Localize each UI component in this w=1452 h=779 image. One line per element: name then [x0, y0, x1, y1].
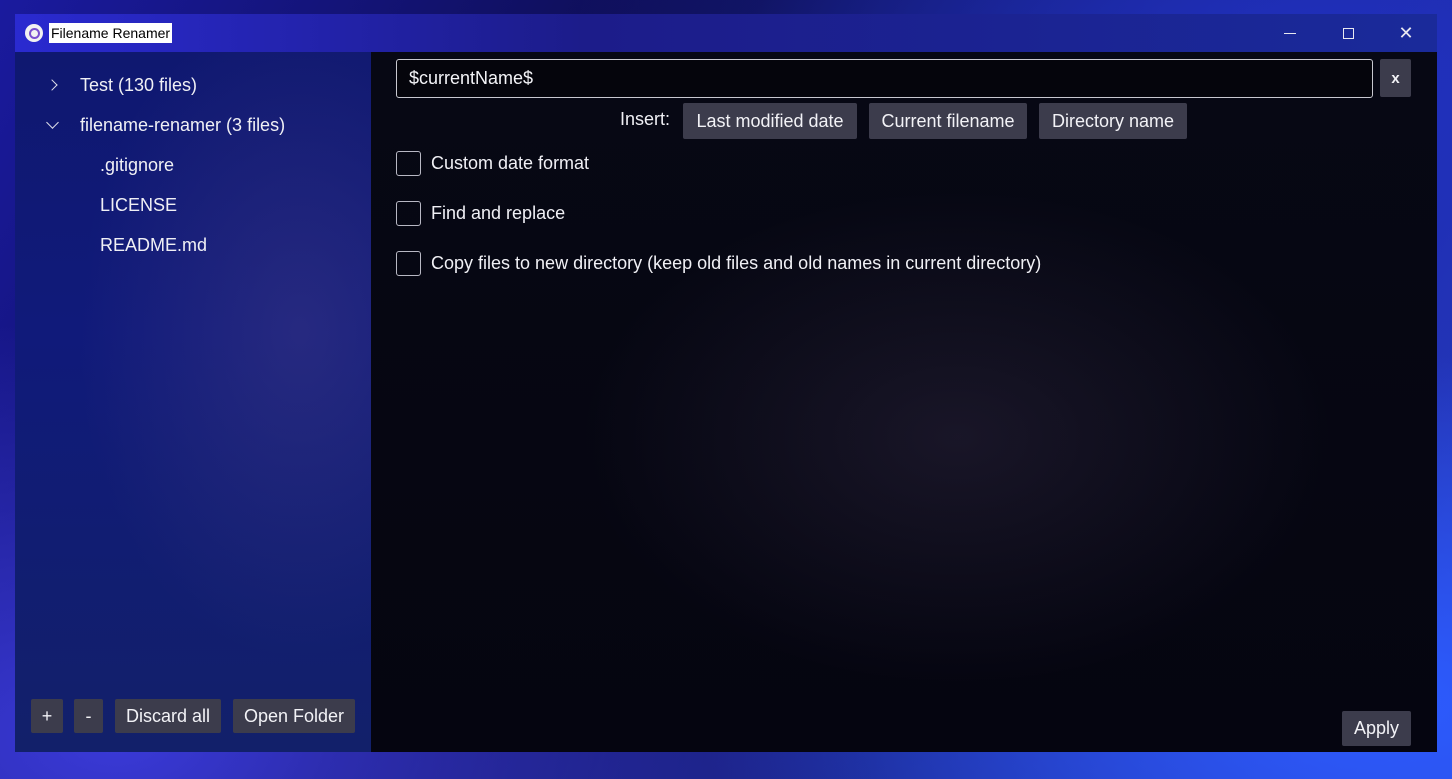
minimize-button[interactable]: [1261, 14, 1319, 52]
option-find-and-replace[interactable]: Find and replace: [396, 200, 565, 226]
close-icon: ✕: [1398, 23, 1414, 43]
remove-folder-button[interactable]: -: [74, 699, 103, 733]
title-bar[interactable]: Filename Renamer ✕: [15, 14, 1437, 52]
tree-file-item[interactable]: LICENSE: [15, 189, 371, 221]
file-tree-sidebar: Test (130 files) filename-renamer (3 fil…: [15, 52, 371, 752]
checkbox[interactable]: [396, 200, 421, 226]
app-logo-icon: [25, 24, 43, 42]
tree-folder-test[interactable]: Test (130 files): [15, 69, 371, 101]
apply-button[interactable]: Apply: [1342, 711, 1411, 746]
clear-pattern-button[interactable]: x: [1380, 59, 1411, 97]
option-label: Custom date format: [431, 152, 590, 173]
rename-options-panel: x Insert: Last modified date Current fil…: [371, 52, 1437, 752]
maximize-icon: [1342, 27, 1354, 39]
tree-file-item[interactable]: .gitignore: [15, 149, 371, 181]
minimize-icon: [1284, 32, 1296, 34]
add-folder-button[interactable]: +: [31, 699, 63, 733]
tree-file-label: .gitignore: [100, 154, 175, 175]
checkbox[interactable]: [396, 250, 421, 276]
option-label: Copy files to new directory (keep old fi…: [431, 252, 1042, 273]
tree-folder-label: filename-renamer (3 files): [80, 114, 286, 135]
checkbox[interactable]: [396, 150, 421, 176]
maximize-button[interactable]: [1319, 14, 1377, 52]
insert-directory-name-button[interactable]: Directory name: [1039, 103, 1187, 139]
name-pattern-input[interactable]: [396, 59, 1373, 98]
tree-folder-filename-renamer[interactable]: filename-renamer (3 files): [15, 109, 371, 141]
tree-file-label: LICENSE: [100, 194, 178, 215]
option-custom-date-format[interactable]: Custom date format: [396, 150, 589, 176]
option-copy-to-new-directory[interactable]: Copy files to new directory (keep old fi…: [396, 250, 1041, 276]
close-window-button[interactable]: ✕: [1377, 14, 1435, 52]
app-window: Filename Renamer ✕ Test (130 files) file…: [15, 14, 1437, 752]
insert-last-modified-date-button[interactable]: Last modified date: [683, 103, 857, 139]
tree-file-item[interactable]: README.md: [15, 229, 371, 261]
insert-current-filename-button[interactable]: Current filename: [869, 103, 1027, 139]
insert-label: Insert:: [620, 109, 671, 129]
open-folder-button[interactable]: Open Folder: [233, 699, 355, 733]
tree-folder-label: Test (130 files): [80, 74, 198, 95]
chevron-right-icon[interactable]: [41, 74, 63, 96]
window-title: Filename Renamer: [49, 23, 173, 43]
option-label: Find and replace: [431, 202, 566, 223]
tree-file-label: README.md: [100, 234, 208, 255]
discard-all-button[interactable]: Discard all: [115, 699, 221, 733]
chevron-down-icon[interactable]: [41, 114, 63, 136]
